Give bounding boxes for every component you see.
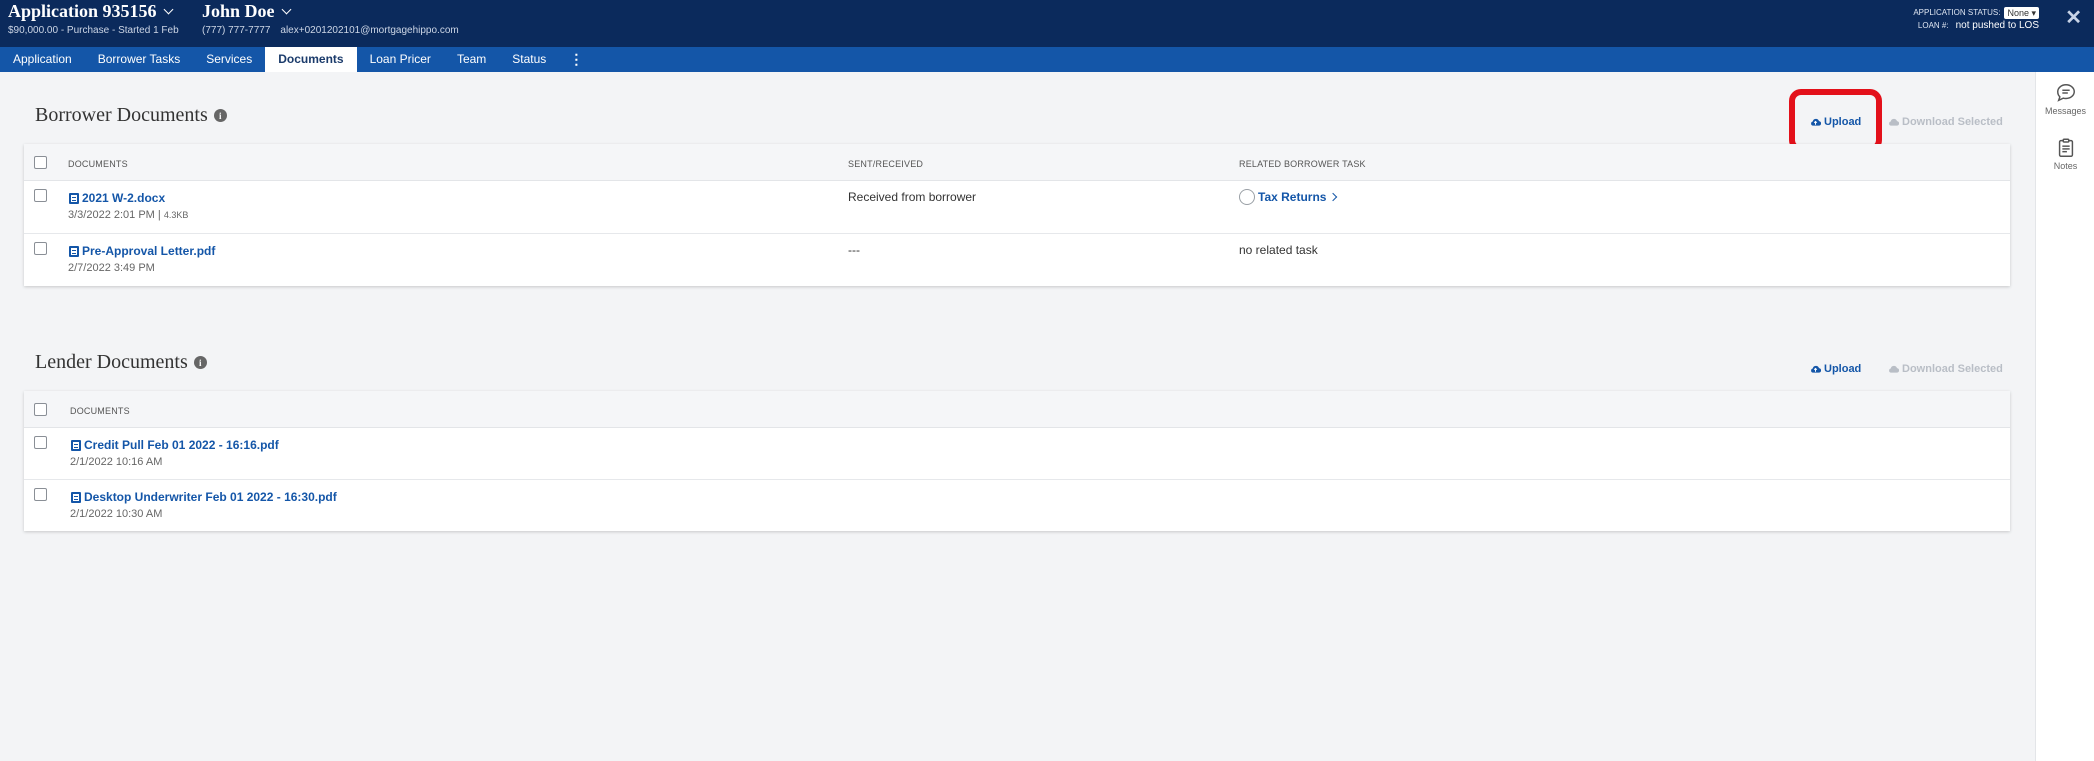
app-header: Application 935156 $90,000.00 - Purchase… [0, 0, 2094, 47]
status-select[interactable]: None ▾ [2004, 6, 2039, 19]
column-documents: DOCUMENTS [70, 406, 130, 416]
column-documents: DOCUMENTS [68, 159, 128, 169]
table-header: DOCUMENTS SENT/RECEIVED RELATED BORROWER… [24, 144, 2010, 181]
tab-borrower-tasks[interactable]: Borrower Tasks [85, 47, 193, 72]
related-task-link[interactable]: Tax Returns [1239, 189, 1338, 205]
tab-team[interactable]: Team [444, 47, 499, 72]
messages-label: Messages [2044, 106, 2087, 116]
borrower-email: alex+0201202101@mortgagehippo.com [280, 25, 459, 36]
upload-highlight-annotation [1789, 89, 1882, 152]
document-link[interactable]: Desktop Underwriter Feb 01 2022 - 16:30.… [71, 490, 337, 504]
info-icon[interactable]: i [213, 109, 227, 122]
sent-received-value: Received from borrower [848, 190, 977, 204]
loan-number: not pushed to LOS [1955, 20, 2039, 31]
application-title: Application 935156 [8, 1, 157, 21]
tab-application[interactable]: Application [0, 47, 85, 72]
table-row: Pre-Approval Letter.pdf 2/7/2022 3:49 PM… [24, 234, 2010, 286]
select-all-checkbox[interactable] [34, 156, 47, 169]
notes-label: Notes [2053, 161, 2078, 171]
application-status-block: APPLICATION STATUS: None ▾ LOAN #: not p… [1913, 6, 2039, 32]
lender-documents-table: DOCUMENTS Credit Pull Feb 01 2022 - 16:1… [24, 391, 2010, 531]
borrower-download-selected-button[interactable]: Download Selected [1888, 116, 2003, 128]
document-link[interactable]: 2021 W-2.docx [69, 191, 165, 205]
document-date: 2/1/2022 10:30 AM [70, 508, 163, 520]
related-task-value: no related task [1239, 243, 1318, 257]
cloud-download-icon [1889, 365, 1899, 373]
messages-button[interactable]: Messages [2036, 82, 2094, 116]
document-meta: 3/3/2022 2:01 PM | 4.3KB [68, 209, 189, 221]
table-row: Credit Pull Feb 01 2022 - 16:16.pdf 2/1/… [24, 428, 2010, 480]
lender-documents-heading: Lender Documents i [35, 351, 207, 374]
chevron-right-icon [1329, 192, 1338, 202]
loan-label: LOAN #: [1917, 21, 1949, 30]
document-date: 2/7/2022 3:49 PM [68, 262, 155, 274]
application-summary: $90,000.00 - Purchase - Started 1 Feb [8, 25, 179, 36]
task-status-icon [1239, 189, 1255, 205]
document-icon [71, 439, 81, 451]
borrower-phone: (777) 777-7777 [202, 25, 271, 36]
borrower-name: John Doe [202, 1, 275, 21]
document-icon [69, 192, 79, 204]
table-header: DOCUMENTS [24, 391, 2010, 428]
document-date: 2/1/2022 10:16 AM [70, 456, 163, 468]
column-related-task: RELATED BORROWER TASK [1239, 159, 1366, 169]
row-checkbox[interactable] [34, 436, 47, 449]
document-link[interactable]: Pre-Approval Letter.pdf [69, 244, 215, 258]
document-link[interactable]: Credit Pull Feb 01 2022 - 16:16.pdf [71, 438, 279, 452]
notes-button[interactable]: Notes [2036, 137, 2094, 171]
borrower-selector[interactable]: John Doe [202, 1, 291, 22]
right-rail: Messages Notes [2035, 72, 2094, 761]
chevron-down-icon [281, 4, 291, 15]
row-checkbox[interactable] [34, 488, 47, 501]
clipboard-icon [2058, 138, 2073, 157]
column-sent-received: SENT/RECEIVED [848, 159, 924, 169]
application-selector[interactable]: Application 935156 [8, 1, 173, 22]
status-label: APPLICATION STATUS: [1913, 8, 2001, 17]
row-checkbox[interactable] [34, 242, 47, 255]
tab-documents[interactable]: Documents [265, 47, 357, 72]
document-icon [71, 491, 81, 503]
tab-loan-pricer[interactable]: Loan Pricer [357, 47, 444, 72]
tab-bar: Application Borrower Tasks Services Docu… [0, 47, 2094, 72]
borrower-documents-table: DOCUMENTS SENT/RECEIVED RELATED BORROWER… [24, 144, 2010, 286]
row-checkbox[interactable] [34, 189, 47, 202]
tab-status[interactable]: Status [499, 47, 559, 72]
chat-bubble-icon [2056, 84, 2075, 102]
close-icon[interactable]: ✕ [2065, 7, 2082, 29]
borrower-documents-heading: Borrower Documents i [35, 104, 227, 127]
sent-received-value: --- [848, 243, 860, 257]
document-icon [69, 245, 79, 257]
lender-download-selected-button[interactable]: Download Selected [1888, 363, 2003, 375]
table-row: Desktop Underwriter Feb 01 2022 - 16:30.… [24, 480, 2010, 531]
borrower-contact: (777) 777-7777 alex+0201202101@mortgageh… [202, 25, 459, 36]
cloud-download-icon [1889, 118, 1899, 126]
more-tabs-icon[interactable]: ⋮ [559, 47, 593, 72]
info-icon[interactable]: i [193, 356, 207, 369]
cloud-upload-icon [1811, 365, 1821, 373]
lender-upload-button[interactable]: Upload [1810, 363, 1861, 375]
chevron-down-icon [163, 4, 173, 15]
tab-services[interactable]: Services [193, 47, 265, 72]
select-all-checkbox[interactable] [34, 403, 47, 416]
table-row: 2021 W-2.docx 3/3/2022 2:01 PM | 4.3KB R… [24, 181, 2010, 234]
